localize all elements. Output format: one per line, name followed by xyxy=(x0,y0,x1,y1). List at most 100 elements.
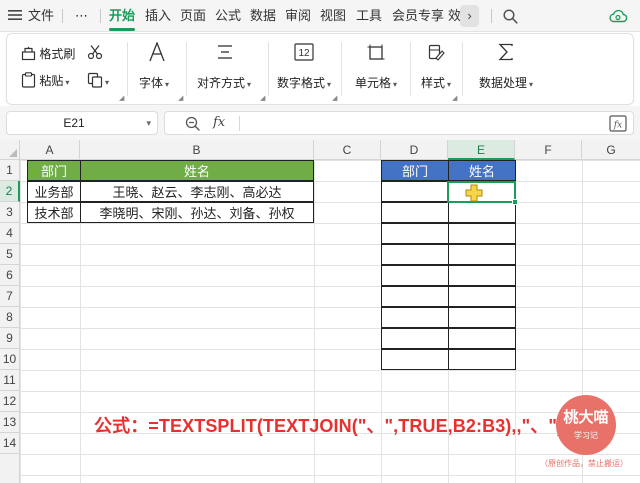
cell-e5[interactable] xyxy=(448,244,516,265)
fx-icon[interactable]: fx xyxy=(213,115,225,130)
row-header-14[interactable]: 14 xyxy=(0,433,20,454)
format-painter-label: 格式刷 xyxy=(39,47,76,61)
cell-d10[interactable] xyxy=(381,349,449,370)
stamp-title: 桃大喵 xyxy=(563,409,609,426)
search-icon[interactable] xyxy=(503,1,518,33)
cell-e4[interactable] xyxy=(448,223,516,244)
tab-insert[interactable]: 插入 xyxy=(145,0,171,32)
ribbon-divider xyxy=(268,42,269,96)
cell-e3[interactable] xyxy=(448,202,516,223)
select-all-corner[interactable] xyxy=(0,140,20,160)
copy-button[interactable]: ▾ xyxy=(87,72,109,88)
cell-d1[interactable]: 部门 xyxy=(381,160,449,181)
row-header-13[interactable]: 13 xyxy=(0,412,20,433)
cell-a3[interactable]: 技术部 xyxy=(27,202,81,223)
column-header-g[interactable]: G xyxy=(582,140,640,160)
tab-tools[interactable]: 工具 xyxy=(356,0,382,32)
cell-b1[interactable]: 姓名 xyxy=(80,160,314,181)
dialog-launcher-icon[interactable]: ◢ xyxy=(178,94,183,102)
column-header-f[interactable]: F xyxy=(515,140,582,160)
cell-b2[interactable]: 王晓、赵云、李志刚、高必达 xyxy=(80,181,314,202)
fill-handle[interactable] xyxy=(512,199,518,205)
tab-review[interactable]: 审阅 xyxy=(285,0,311,32)
row-header-11[interactable]: 11 xyxy=(0,370,20,391)
dialog-launcher-icon[interactable]: ◢ xyxy=(452,94,457,102)
cell-d4[interactable] xyxy=(381,223,449,244)
paste-button[interactable]: 粘贴 ▾ xyxy=(21,72,69,89)
column-header-b[interactable]: B xyxy=(80,140,314,160)
cell-d5[interactable] xyxy=(381,244,449,265)
styles-label: 样式 xyxy=(421,76,446,90)
cell-b3[interactable]: 李晓明、宋刚、孙达、刘备、孙权 xyxy=(80,202,314,223)
row-header-15[interactable] xyxy=(0,454,20,483)
row-header-2[interactable]: 2 xyxy=(0,181,20,202)
row-header-5[interactable]: 5 xyxy=(0,244,20,265)
tab-data[interactable]: 数据 xyxy=(250,0,276,32)
cell-label: 单元格 xyxy=(355,76,392,90)
clipboard-icon xyxy=(21,72,36,88)
cell-d8[interactable] xyxy=(381,307,449,328)
formula-input[interactable]: fx fx xyxy=(164,111,634,135)
menu-divider xyxy=(100,9,101,23)
cell-d3[interactable] xyxy=(381,202,449,223)
menu-divider xyxy=(491,9,492,23)
cut-button[interactable] xyxy=(87,44,103,63)
row-header-9[interactable]: 9 xyxy=(0,328,20,349)
cell-d6[interactable] xyxy=(381,265,449,286)
cell-icon xyxy=(367,44,385,65)
chevron-down-icon: ▾ xyxy=(393,80,398,89)
format-painter-button[interactable]: 格式刷 xyxy=(21,45,75,62)
cell-d9[interactable] xyxy=(381,328,449,349)
chevron-down-icon[interactable]: ▾ xyxy=(146,112,151,134)
row-header-8[interactable]: 8 xyxy=(0,307,20,328)
formula-caption: 公式：=TEXTSPLIT(TEXTJOIN("、",TRUE,B2:B3),,… xyxy=(94,416,564,436)
formula-divider xyxy=(239,116,240,131)
tab-page[interactable]: 页面 xyxy=(180,0,206,32)
column-header-e[interactable]: E xyxy=(448,140,515,160)
column-header-c[interactable]: C xyxy=(314,140,381,160)
row-header-3[interactable]: 3 xyxy=(0,202,20,223)
alignment-button[interactable]: 对齐方式 ▾ xyxy=(197,74,251,91)
dialog-launcher-icon[interactable]: ◢ xyxy=(332,94,337,102)
data-processing-button[interactable]: 数据处理 ▾ xyxy=(479,74,533,91)
cell-a2[interactable]: 业务部 xyxy=(27,181,81,202)
cell-d7[interactable] xyxy=(381,286,449,307)
name-box[interactable]: E21 ▾ xyxy=(6,111,158,135)
row-header-7[interactable]: 7 xyxy=(0,286,20,307)
styles-button[interactable]: 样式 ▾ xyxy=(421,74,451,91)
cell-e6[interactable] xyxy=(448,265,516,286)
menu-file[interactable]: 文件 xyxy=(28,0,54,32)
row-header-12[interactable]: 12 xyxy=(0,391,20,412)
column-header-d[interactable]: D xyxy=(381,140,448,160)
sigma-icon xyxy=(497,43,515,64)
menu-icon[interactable] xyxy=(8,0,22,32)
row-header-1[interactable]: 1 xyxy=(0,160,20,181)
row-header-6[interactable]: 6 xyxy=(0,265,20,286)
dialog-launcher-icon[interactable]: ◢ xyxy=(119,94,124,102)
tab-member[interactable]: 会员专享 xyxy=(392,0,444,32)
column-header-a[interactable]: A xyxy=(20,140,80,160)
cell-e1[interactable]: 姓名 xyxy=(448,160,516,181)
dialog-launcher-icon[interactable]: ◢ xyxy=(260,94,265,102)
tab-effects[interactable]: 效 xyxy=(448,0,460,32)
font-button[interactable]: 字体 ▾ xyxy=(139,74,169,91)
row-header-4[interactable]: 4 xyxy=(0,223,20,244)
stamp-subtitle: 学习记 xyxy=(574,431,598,440)
chevron-right-icon[interactable]: › xyxy=(460,5,479,27)
cell-e8[interactable] xyxy=(448,307,516,328)
cell-a1[interactable]: 部门 xyxy=(27,160,81,181)
tab-view[interactable]: 视图 xyxy=(320,0,346,32)
expand-formula-icon[interactable]: fx xyxy=(609,115,627,135)
cell-button[interactable]: 单元格 ▾ xyxy=(355,74,397,91)
cell-e7[interactable] xyxy=(448,286,516,307)
cell-e9[interactable] xyxy=(448,328,516,349)
zoom-icon[interactable] xyxy=(185,116,200,134)
number-format-button[interactable]: 数字格式 ▾ xyxy=(277,74,331,91)
menu-more[interactable]: ⋯ xyxy=(75,0,88,32)
cell-d2[interactable] xyxy=(381,181,449,202)
row-header-10[interactable]: 10 xyxy=(0,349,20,370)
cell-e10[interactable] xyxy=(448,349,516,370)
cloud-sync-icon[interactable] xyxy=(608,1,628,33)
tab-formula[interactable]: 公式 xyxy=(215,0,241,32)
format-painter-icon xyxy=(21,46,36,61)
